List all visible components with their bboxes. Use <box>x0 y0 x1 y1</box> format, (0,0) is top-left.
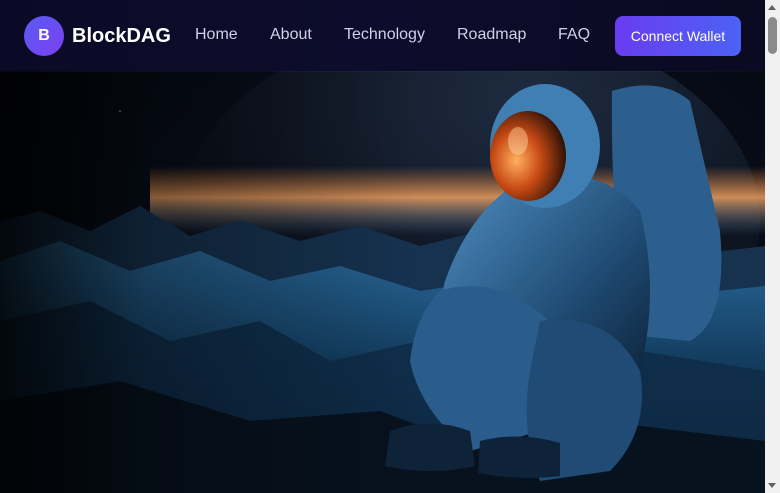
nav-link-technology[interactable]: Technology <box>344 25 425 45</box>
hero-astronaut-image <box>0 71 765 493</box>
scrollbar-thumb[interactable] <box>768 17 777 54</box>
scroll-down-arrow-icon[interactable] <box>768 483 776 488</box>
top-navigation-bar: B BlockDAG Home About Technology Roadmap… <box>0 0 765 71</box>
page-scrollbar[interactable] <box>765 0 780 493</box>
nav-link-faq[interactable]: FAQ <box>558 25 590 45</box>
nav-link-home[interactable]: Home <box>195 25 238 45</box>
brand-logo-icon[interactable]: B <box>24 16 64 56</box>
nav-link-about[interactable]: About <box>270 25 312 45</box>
brand-name[interactable]: BlockDAG <box>72 24 171 48</box>
connect-wallet-button[interactable]: Connect Wallet <box>615 16 741 56</box>
page-viewport: B BlockDAG Home About Technology Roadmap… <box>0 0 765 493</box>
brand-logo-letter: B <box>38 27 50 44</box>
scroll-up-arrow-icon[interactable] <box>768 5 776 10</box>
hero-banner <box>0 71 765 493</box>
nav-link-roadmap[interactable]: Roadmap <box>457 25 526 45</box>
